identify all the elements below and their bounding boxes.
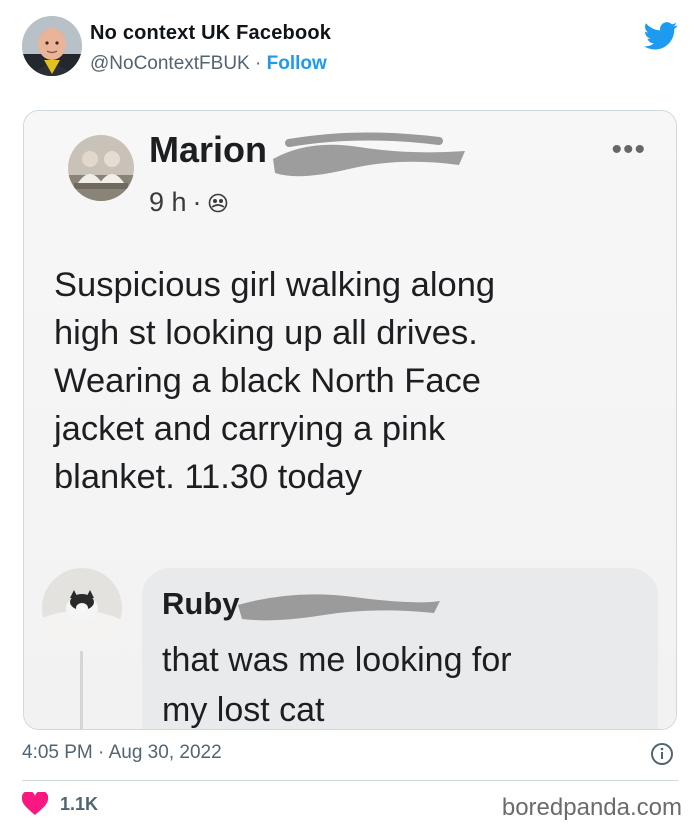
display-name[interactable]: No context UK Facebook	[90, 22, 331, 45]
follow-button[interactable]: Follow	[267, 53, 327, 74]
post-line: high st looking up all drives.	[54, 314, 478, 352]
info-icon[interactable]	[650, 742, 674, 766]
tweet-timestamp[interactable]: 4:05 PM · Aug 30, 2022	[22, 742, 222, 764]
post-time: 9 h	[149, 187, 187, 217]
divider	[22, 780, 678, 781]
like-count: 1.1K	[60, 793, 99, 814]
meta-separator: ·	[192, 187, 202, 217]
ruby-avatar-icon	[42, 568, 122, 648]
watermark: boredpanda.com	[501, 794, 682, 821]
post-meta: 9 h ·	[149, 187, 228, 218]
post-author: Marion	[149, 129, 268, 170]
heart-icon	[22, 792, 48, 815]
post-line: jacket and carrying a pink	[54, 410, 446, 448]
more-dots-icon: •••	[611, 133, 646, 166]
handle[interactable]: @NoContextFBUK	[90, 53, 250, 74]
twitter-bird-icon[interactable]	[644, 22, 678, 50]
post-line: Suspicious girl walking along	[54, 266, 496, 304]
post-body: Suspicious girl walking along high st lo…	[54, 261, 654, 501]
comment-author: Ruby	[162, 586, 240, 621]
handle-line: @NoContextFBUK · Follow	[90, 53, 331, 75]
comment-line: that was me looking for	[162, 641, 512, 679]
separator: ·	[249, 53, 267, 74]
redaction-scribble	[273, 132, 465, 177]
comment-body: that was me looking for my lost cat	[162, 635, 512, 729]
media-image[interactable]: Marion 9 h · ••• Suspicious girl walking…	[23, 110, 677, 730]
like-button[interactable]: 1.1K	[22, 792, 98, 816]
thread-line	[80, 651, 83, 729]
post-line: Wearing a black North Face	[54, 362, 481, 400]
redaction-scribble	[238, 594, 440, 621]
marion-avatar-icon	[68, 135, 134, 201]
tweet-header: No context UK Facebook @NoContextFBUK · …	[22, 16, 678, 80]
user-block: No context UK Facebook @NoContextFBUK · …	[90, 22, 331, 75]
post-line: blanket. 11.30 today	[54, 458, 363, 496]
user-avatar-icon[interactable]	[22, 16, 82, 76]
friends-icon	[208, 193, 227, 212]
comment-line: my lost cat	[162, 691, 325, 729]
